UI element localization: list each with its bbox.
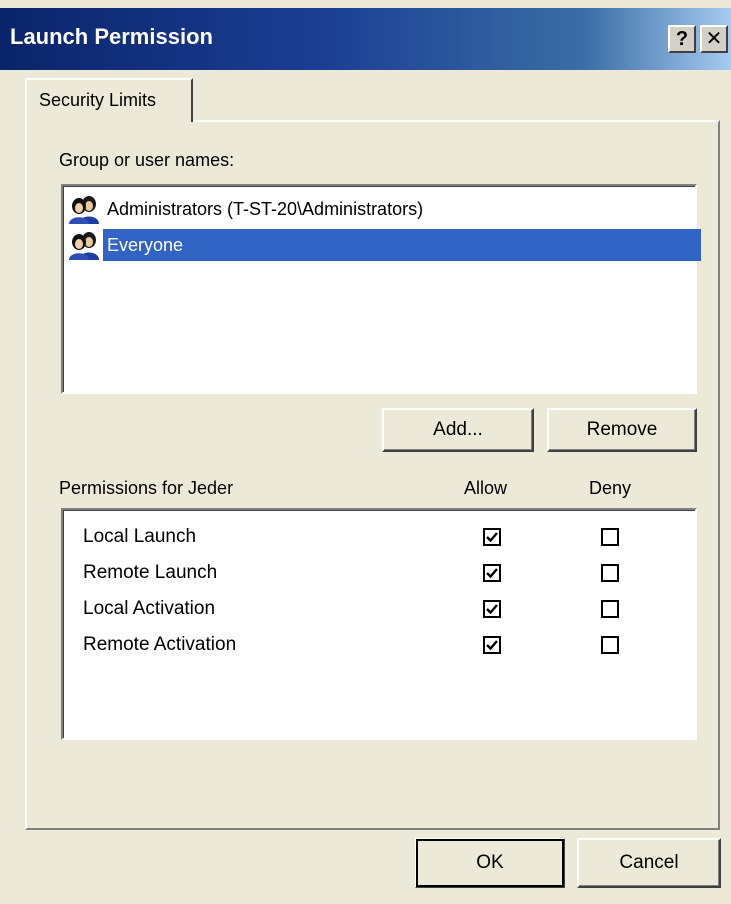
permission-row: Local Launch [63, 520, 695, 556]
permission-name: Local Launch [83, 526, 197, 547]
allow-checkbox[interactable] [483, 528, 501, 546]
remove-button-label: Remove [586, 419, 658, 440]
help-icon: ? [675, 28, 689, 50]
title-bar[interactable]: Launch Permission ? ✕ [0, 8, 731, 70]
add-button[interactable]: Add... [382, 408, 534, 452]
remove-button[interactable]: Remove [547, 408, 697, 452]
help-button[interactable]: ? [668, 25, 696, 53]
permission-name: Local Activation [83, 598, 216, 619]
list-item-administrators[interactable]: Administrators (T-ST-20\Administrators) [67, 192, 427, 226]
user-name: Everyone [103, 229, 701, 261]
permissions-list[interactable]: Local Launch Remote Launch Local Activatio… [61, 508, 697, 740]
permission-row: Local Activation [63, 592, 695, 628]
deny-column-header: Deny [589, 478, 632, 498]
tab-panel: Group or user names: Administrators (T-S… [25, 120, 720, 830]
tab-security-limits[interactable]: Security Limits [25, 78, 193, 122]
group-names-label: Group or user names: [59, 150, 235, 170]
users-group-icon [69, 196, 99, 224]
permission-name: Remote Launch [83, 562, 218, 583]
permissions-label: Permissions for Jeder [59, 478, 234, 498]
permission-row: Remote Launch [63, 556, 695, 592]
deny-checkbox[interactable] [601, 636, 619, 654]
add-button-label: Add... [433, 419, 483, 440]
deny-checkbox[interactable] [601, 528, 619, 546]
allow-checkbox[interactable] [483, 636, 501, 654]
close-button[interactable]: ✕ [700, 25, 728, 53]
ok-button[interactable]: OK [415, 838, 565, 888]
ok-button-label: OK [476, 852, 504, 873]
allow-checkbox[interactable] [483, 600, 501, 618]
deny-checkbox[interactable] [601, 564, 619, 582]
permission-name: Remote Activation [83, 634, 237, 655]
cancel-button-label: Cancel [619, 852, 679, 873]
list-item-everyone[interactable]: Everyone [67, 228, 701, 262]
user-name: Administrators (T-ST-20\Administrators) [107, 198, 424, 219]
allow-column-header: Allow [464, 478, 508, 498]
allow-checkbox[interactable] [483, 564, 501, 582]
tab-label: Security Limits [39, 90, 157, 110]
deny-checkbox[interactable] [601, 600, 619, 618]
users-group-icon [69, 232, 99, 260]
user-list[interactable]: Administrators (T-ST-20\Administrators) … [61, 184, 701, 394]
cancel-button[interactable]: Cancel [577, 838, 721, 888]
window-title: Launch Permission [10, 24, 213, 49]
permission-row: Remote Activation [63, 628, 695, 664]
close-icon: ✕ [705, 28, 723, 50]
